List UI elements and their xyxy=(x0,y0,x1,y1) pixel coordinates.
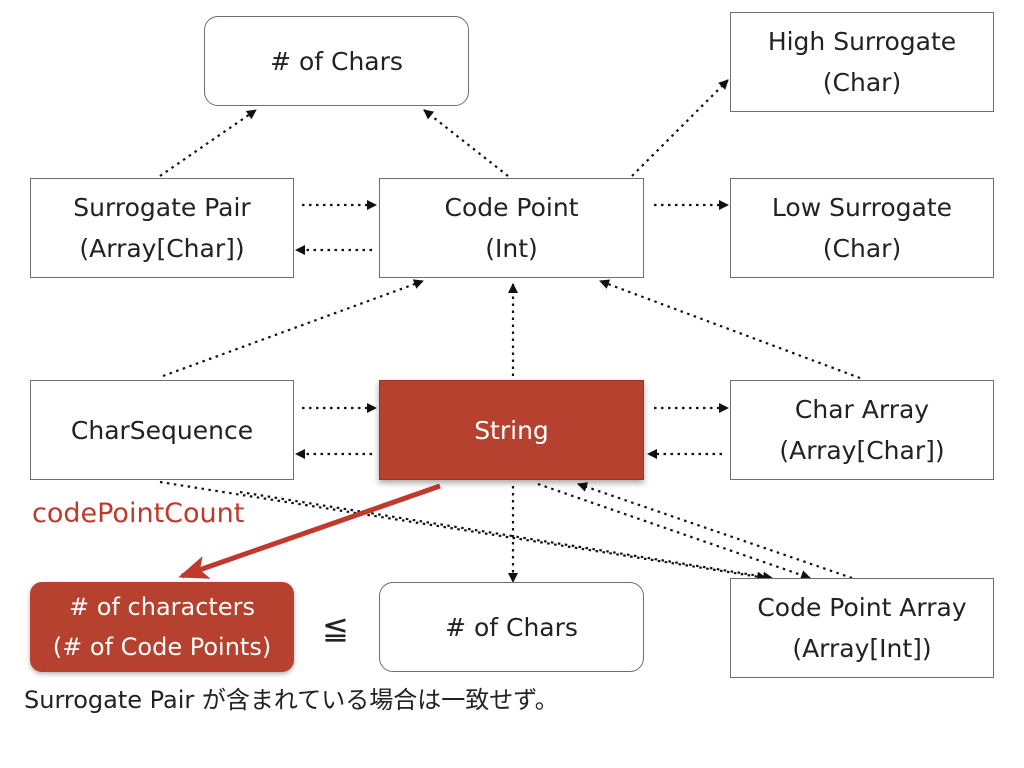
node-label: Low Surrogate xyxy=(771,193,953,222)
surrogate-pair-node: Surrogate Pair (Array[Char]) xyxy=(30,178,294,278)
arrow-surrogate-pair-to-chars xyxy=(159,109,257,177)
node-label: Code Point xyxy=(444,193,579,222)
arrow-code-point-to-high-surrogate xyxy=(631,79,729,177)
char-array-node: Char Array (Array[Char]) xyxy=(730,380,994,480)
char-sequence-node: CharSequence xyxy=(30,380,294,480)
chars-count-bottom-node: # of Chars xyxy=(379,582,644,672)
node-sublabel: (Char) xyxy=(822,234,902,263)
node-label: High Surrogate xyxy=(767,27,957,56)
node-sublabel: (Int) xyxy=(485,234,538,263)
node-sublabel: (Array[Char]) xyxy=(779,436,945,465)
chars-count-top-node: # of Chars xyxy=(204,16,469,106)
node-sublabel: (# of Code Points) xyxy=(52,633,272,661)
node-label: # of Chars xyxy=(270,46,403,76)
arrow-char-sequence-to-code-point xyxy=(162,279,424,378)
node-sublabel: (Char) xyxy=(822,68,902,97)
string-node: String xyxy=(379,380,644,480)
arrow-code-point-array-to-string xyxy=(577,482,853,580)
arrow-to-code-point-array xyxy=(239,490,773,582)
node-label: CharSequence xyxy=(70,415,254,445)
code-point-node: Code Point (Int) xyxy=(379,178,644,278)
node-label: Surrogate Pair xyxy=(73,193,251,222)
characters-count-node: # of characters (# of Code Points) xyxy=(30,582,294,672)
arrow-char-array-to-code-point xyxy=(599,279,861,380)
code-point-array-node: Code Point Array (Array[Int]) xyxy=(730,578,994,678)
code-point-count-label: codePointCount xyxy=(32,498,245,529)
node-label: Char Array xyxy=(794,395,930,424)
high-surrogate-node: High Surrogate (Char) xyxy=(730,12,994,112)
node-sublabel: (Array[Int]) xyxy=(792,634,932,663)
less-than-or-equal-symbol: ≦ xyxy=(322,609,349,647)
node-label: # of Chars xyxy=(445,612,578,642)
node-label: String xyxy=(474,415,549,445)
node-label: Code Point Array xyxy=(757,593,967,622)
arrow-code-point-to-chars xyxy=(423,109,509,177)
footnote: Surrogate Pair が含まれている場合は一致せず。 xyxy=(24,686,559,714)
node-sublabel: (Array[Char]) xyxy=(79,234,245,263)
arrow-char-sequence-to-code-point-array xyxy=(159,480,767,582)
node-label: # of characters xyxy=(69,593,255,621)
low-surrogate-node: Low Surrogate (Char) xyxy=(730,178,994,278)
